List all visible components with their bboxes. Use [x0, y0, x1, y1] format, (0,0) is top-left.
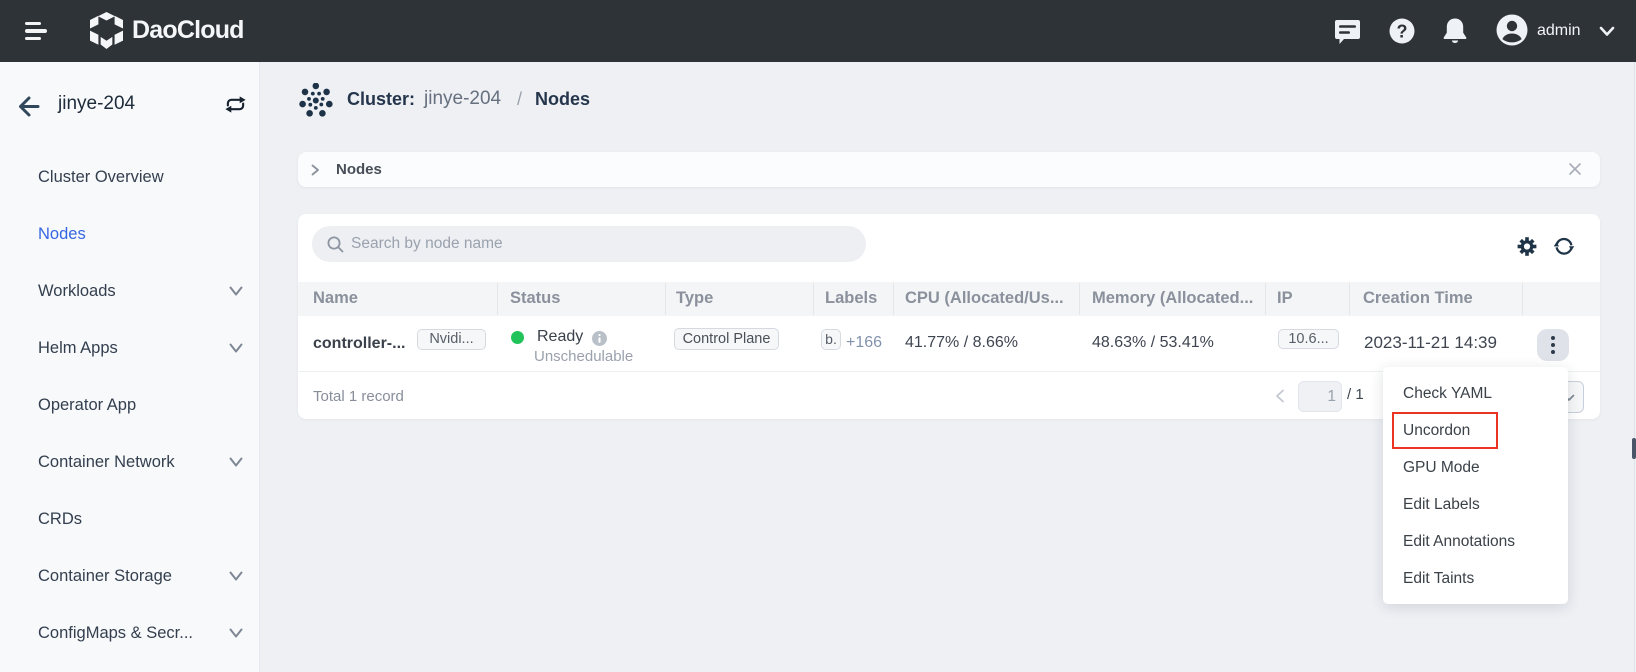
- svg-text:?: ?: [1397, 22, 1408, 42]
